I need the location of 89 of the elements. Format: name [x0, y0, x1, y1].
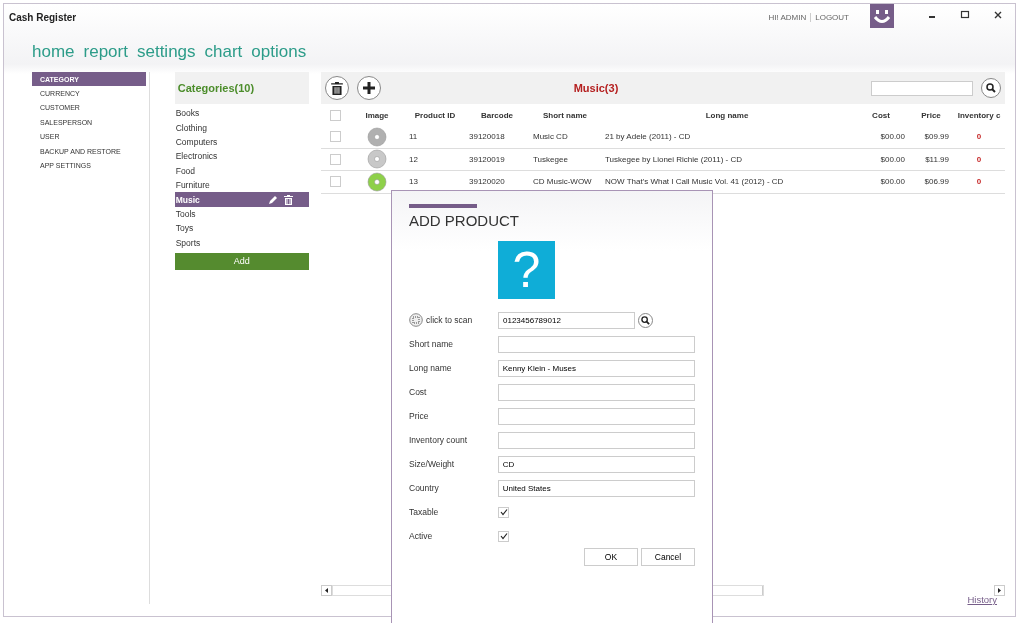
table-cell: $00.00 [853, 126, 909, 149]
table-cell: $09.99 [909, 126, 953, 149]
product-category-row[interactable]: Food [174, 163, 309, 178]
product-category-row[interactable]: Furniture [174, 177, 309, 193]
field-label: Short name [409, 339, 454, 349]
row-checkbox[interactable] [329, 131, 341, 143]
column-header: Barcode [480, 109, 514, 122]
maximize-icon[interactable] [960, 10, 970, 20]
column-header: Inventory c [956, 109, 1002, 122]
column-header: Product ID [413, 109, 457, 122]
trash-icon [331, 81, 343, 95]
table-cell: Tuskegee by Lionei Richie (2011) - CD [601, 148, 853, 171]
field-label: Inventory count [409, 435, 469, 445]
history-link[interactable]: History [967, 594, 997, 605]
input-field[interactable]: Kenny Klein - Muses [497, 359, 695, 377]
scroll-right-icon[interactable] [994, 584, 1005, 596]
search-button[interactable] [981, 78, 1001, 98]
column-header: Long name [704, 109, 750, 122]
row-checkbox[interactable] [329, 153, 341, 165]
trash-icon[interactable] [284, 194, 293, 205]
qr-code-icon [409, 313, 423, 327]
product-category-row[interactable]: Music [174, 192, 309, 207]
checkbox-label: Active [409, 531, 434, 541]
product-category-row[interactable]: Sports [174, 235, 309, 250]
table-cell: 0 [953, 171, 1005, 194]
column-header: Short name [542, 109, 588, 122]
checkbox-label: Taxable [409, 507, 440, 517]
dialog-title: ADD PRODUCT [409, 212, 520, 229]
column-header: Image [364, 109, 390, 122]
search-field[interactable] [871, 80, 973, 96]
smiley-icon [870, 4, 894, 28]
user-greeting: HI! ADMIN [768, 13, 807, 22]
disc-icon [367, 171, 387, 192]
barcode-field[interactable]: 0123456789012 [498, 311, 635, 329]
product-category-row[interactable]: Computers [174, 134, 309, 150]
plus-icon [362, 81, 376, 95]
table-cell: 11 [405, 126, 465, 149]
row-checkbox[interactable] [329, 176, 341, 188]
column-header: Price [920, 109, 942, 122]
table-cell: $00.00 [853, 171, 909, 194]
field-label: Long name [409, 363, 453, 373]
select-all-checkbox[interactable] [329, 109, 341, 121]
column-header: Cost [871, 109, 891, 122]
field-label: Country [409, 483, 440, 493]
table-cell: Tuskegee [529, 148, 601, 171]
logout-link[interactable]: LOGOUT [810, 13, 849, 22]
table-cell: 39120018 [465, 126, 529, 149]
table-cell: $06.99 [909, 171, 953, 194]
ok-button[interactable]: OK [584, 548, 638, 566]
disc-icon [367, 126, 387, 147]
table-cell: 12 [405, 148, 465, 171]
field-label: Price [409, 411, 430, 421]
input-field[interactable] [497, 335, 695, 353]
lookup-button[interactable] [638, 312, 653, 328]
input-field[interactable] [497, 431, 695, 449]
product-category-row[interactable]: Clothing [174, 120, 309, 135]
add-button[interactable]: Add [174, 252, 309, 270]
add-product-button[interactable] [357, 76, 381, 100]
field-label: Cost [409, 387, 428, 397]
title-accent-bar [409, 204, 477, 208]
disc-icon [367, 149, 387, 170]
delete-button[interactable] [325, 76, 349, 100]
product-category-row[interactable]: Electronics [174, 149, 309, 164]
categories-header: Categories(10) [174, 72, 309, 104]
table-cell: 0 [953, 148, 1005, 171]
field-label: Size/Weight [409, 459, 456, 469]
search-icon [986, 83, 996, 93]
close-icon[interactable] [993, 10, 1003, 20]
input-field[interactable] [497, 383, 695, 401]
checkbox[interactable] [498, 506, 509, 518]
cancel-button[interactable]: Cancel [641, 548, 695, 566]
table-cell: $11.99 [909, 148, 953, 171]
pencil-icon[interactable] [268, 194, 278, 205]
input-field[interactable] [497, 407, 695, 425]
window-title: Cash Register [9, 12, 77, 23]
checkbox[interactable] [498, 530, 509, 542]
input-field[interactable]: United States [497, 479, 695, 497]
scroll-left-icon[interactable] [321, 584, 332, 596]
table-cell: $00.00 [853, 148, 909, 171]
table-cell: Music CD [529, 126, 601, 149]
product-category-row[interactable]: Tools [174, 206, 309, 222]
product-category-row[interactable]: Toys [174, 221, 309, 236]
scan-button[interactable]: click to scan [409, 313, 498, 327]
products-title: Music(3) [572, 82, 620, 94]
table-cell: 21 by Adele (2011) - CD [601, 126, 853, 149]
table-cell: 0 [953, 126, 1005, 149]
input-field[interactable]: CD [497, 455, 695, 473]
table-cell: 39120019 [465, 148, 529, 171]
product-category-row[interactable]: Books [174, 106, 309, 121]
